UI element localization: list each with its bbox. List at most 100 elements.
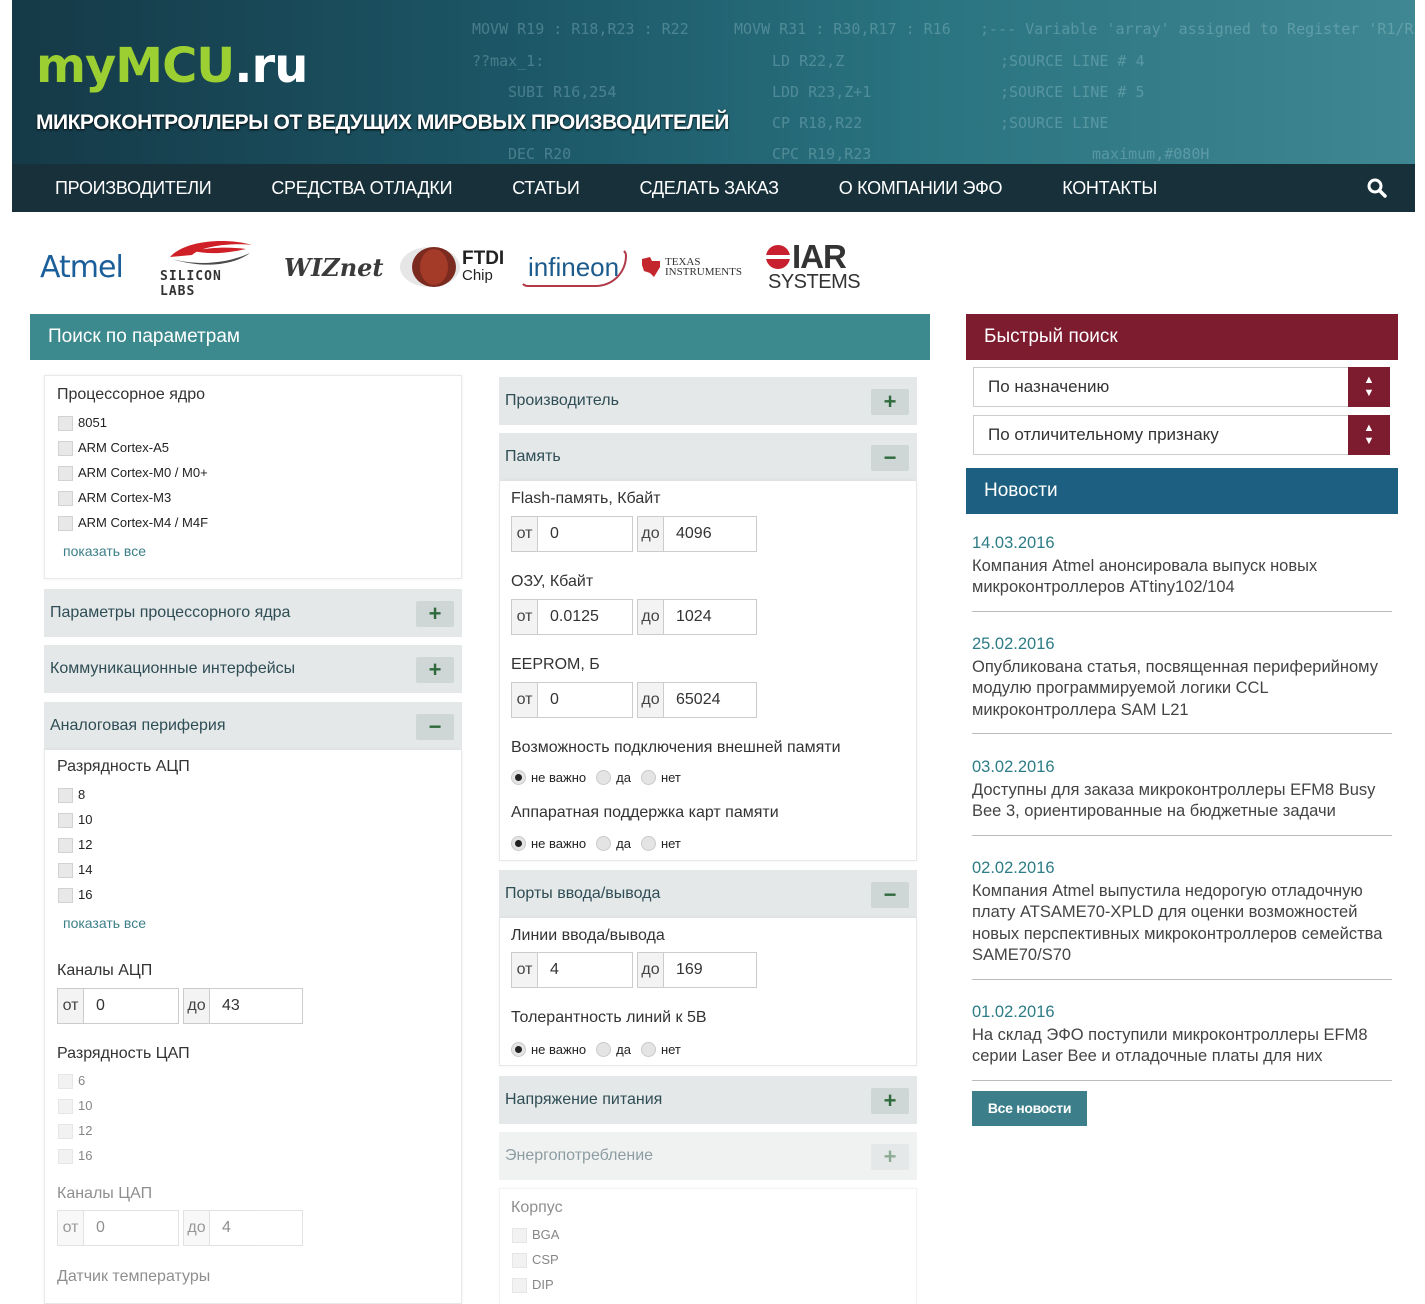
package-checkbox[interactable]: BGA: [512, 1228, 559, 1243]
feature-select-value: По отличительному признаку: [988, 425, 1219, 444]
adc-bits-checkbox[interactable]: 10: [58, 813, 92, 828]
group-analog-periphery[interactable]: Аналоговая периферия −: [44, 702, 462, 750]
package-checkbox[interactable]: CSP: [512, 1253, 559, 1268]
infineon-logo[interactable]: infineon: [520, 232, 628, 302]
search-icon[interactable]: [1367, 178, 1387, 198]
news-link[interactable]: На склад ЭФО поступили микроконтроллеры …: [972, 1025, 1392, 1068]
group-memory[interactable]: Память −: [499, 433, 917, 481]
dac-channels-label: Каналы ЦАП: [57, 1185, 153, 1202]
bg-code-line: ;SOURCE LINE: [1000, 114, 1109, 132]
core-label: Процессорное ядро: [57, 386, 206, 403]
dac-bits-checkbox[interactable]: 6: [58, 1074, 85, 1089]
nav-item-about[interactable]: О КОМПАНИИ ЭФО: [839, 178, 1003, 199]
adc-channels-to-input[interactable]: 43: [209, 988, 303, 1024]
radio-option[interactable]: нет: [640, 770, 681, 785]
adc-bits-checkbox[interactable]: 8: [58, 788, 85, 803]
purpose-select[interactable]: По назначению ▲ ▼: [973, 367, 1390, 407]
core-option-checkbox[interactable]: ARM Cortex-A5: [58, 441, 169, 456]
dac-bits-checkbox[interactable]: 12: [58, 1124, 92, 1139]
nav-item-order[interactable]: СДЕЛАТЬ ЗАКАЗ: [640, 178, 779, 199]
dac-bits-checkbox[interactable]: 16: [58, 1149, 92, 1164]
radio-label: да: [616, 1042, 631, 1057]
tolerance-label: Толерантность линий к 5В: [511, 1009, 707, 1026]
adc-bits-checkbox[interactable]: 16: [58, 888, 92, 903]
bg-code-line: LD R22,Z: [772, 52, 845, 70]
dac-channels-to-input[interactable]: 4: [209, 1210, 303, 1246]
iar-systems-text: SYSTEMS: [768, 271, 861, 293]
adc-bits-show-all-link[interactable]: показать все: [63, 915, 146, 931]
core-option-checkbox[interactable]: ARM Cortex-M0 / M0+: [58, 466, 208, 481]
radio-option[interactable]: да: [596, 836, 631, 851]
iar-circle-icon: [766, 245, 790, 269]
feature-select[interactable]: По отличительному признаку ▲ ▼: [973, 415, 1390, 455]
radio-option[interactable]: да: [596, 1042, 631, 1057]
group-power-consumption[interactable]: Энергопотребление +: [499, 1132, 917, 1180]
ftdi-logo[interactable]: FTDI Chip: [398, 232, 508, 302]
collapse-minus-icon[interactable]: −: [416, 714, 454, 740]
core-option-checkbox[interactable]: 8051: [58, 416, 107, 431]
group-memory-label: Память: [505, 448, 561, 465]
core-option-checkbox[interactable]: ARM Cortex-M4 / M4F: [58, 516, 208, 531]
nav-item-contacts[interactable]: КОНТАКТЫ: [1062, 178, 1157, 199]
adc-channels-from-input[interactable]: 0: [83, 988, 179, 1024]
news-link[interactable]: Компания Atmel выпустила недорогую отлад…: [972, 881, 1392, 967]
ram-to-input[interactable]: 1024: [663, 599, 757, 635]
group-comm-interfaces[interactable]: Коммуникационные интерфейсы +: [44, 645, 462, 693]
io-lines-to-input[interactable]: 169: [663, 952, 757, 988]
expand-plus-icon[interactable]: +: [416, 601, 454, 627]
package-checkbox[interactable]: DIP: [512, 1278, 554, 1293]
adc-bits-checkbox[interactable]: 14: [58, 863, 92, 878]
core-show-all-link[interactable]: показать все: [63, 543, 146, 559]
group-supply-voltage[interactable]: Напряжение питания +: [499, 1076, 917, 1124]
io-ports-body: Линии ввода/вывода от 4 до 169 Толерантн…: [499, 918, 917, 1066]
group-io-ports[interactable]: Порты ввода/вывода −: [499, 870, 917, 918]
flash-to-input[interactable]: 4096: [663, 516, 757, 552]
dac-bits-checkbox[interactable]: 10: [58, 1099, 92, 1114]
eeprom-to-input[interactable]: 65024: [663, 682, 757, 718]
temp-sensor-label: Датчик температуры: [57, 1268, 211, 1285]
news-link[interactable]: Компания Atmel анонсировала выпуск новых…: [972, 556, 1392, 599]
atmel-logo[interactable]: Atmel: [40, 232, 140, 302]
radio-option[interactable]: не важно: [511, 770, 586, 785]
io-lines-range: от 4 до 169: [511, 952, 757, 988]
radio-option[interactable]: нет: [640, 1042, 681, 1057]
dac-channels-from-input[interactable]: 0: [83, 1210, 179, 1246]
ram-from-input[interactable]: 0.0125: [537, 599, 633, 635]
nav-item-debug-tools[interactable]: СРЕДСТВА ОТЛАДКИ: [271, 178, 452, 199]
radio-option[interactable]: нет: [640, 836, 681, 851]
all-news-button[interactable]: Все новости: [972, 1091, 1087, 1126]
silicon-labs-text: SILICON LABS: [160, 269, 222, 299]
nav-item-articles[interactable]: СТАТЬИ: [512, 178, 580, 199]
radio-option[interactable]: да: [596, 770, 631, 785]
group-core-params[interactable]: Параметры процессорного ядра +: [44, 589, 462, 637]
texas-instruments-logo[interactable]: Texas Instruments: [640, 232, 748, 302]
expand-plus-icon[interactable]: +: [871, 1144, 909, 1170]
ram-range: от 0.0125 до 1024: [511, 599, 757, 635]
adc-bits-label: Разрядность АЦП: [57, 758, 190, 775]
group-manufacturer[interactable]: Производитель +: [499, 377, 917, 425]
expand-plus-icon[interactable]: +: [871, 1088, 909, 1114]
news-link[interactable]: Опубликована статья, посвященная перифер…: [972, 657, 1392, 722]
silicon-labs-logo[interactable]: SILICON LABS: [160, 232, 264, 302]
io-lines-from-input[interactable]: 4: [537, 952, 633, 988]
radio-option[interactable]: не важно: [511, 836, 586, 851]
group-comm-interfaces-label: Коммуникационные интерфейсы: [50, 660, 296, 677]
wiznet-logo[interactable]: WIZnet: [284, 232, 384, 302]
news-link[interactable]: Доступны для заказа микроконтроллеры EFM…: [972, 780, 1392, 823]
radio-option[interactable]: не важно: [511, 1042, 586, 1057]
flash-from-input[interactable]: 0: [537, 516, 633, 552]
eeprom-from-input[interactable]: 0: [537, 682, 633, 718]
core-option-checkbox[interactable]: ARM Cortex-M3: [58, 491, 171, 506]
collapse-minus-icon[interactable]: −: [871, 882, 909, 908]
collapse-minus-icon[interactable]: −: [871, 445, 909, 471]
bg-code-line: ;SOURCE LINE # 4: [1000, 52, 1145, 70]
select-arrows-icon: ▲ ▼: [1348, 367, 1390, 407]
iar-systems-logo[interactable]: IAR SYSTEMS: [766, 232, 866, 302]
analog-periphery-body: Разрядность АЦП 8 10 12 14 16 показать в…: [44, 750, 462, 1304]
site-logo[interactable]: myMCU.ru: [36, 36, 308, 96]
expand-plus-icon[interactable]: +: [416, 657, 454, 683]
expand-plus-icon[interactable]: +: [871, 389, 909, 415]
nav-item-manufacturers[interactable]: ПРОИЗВОДИТЕЛИ: [55, 178, 212, 199]
adc-bits-checkbox[interactable]: 12: [58, 838, 92, 853]
group-power-consumption-label: Энергопотребление: [505, 1147, 654, 1164]
